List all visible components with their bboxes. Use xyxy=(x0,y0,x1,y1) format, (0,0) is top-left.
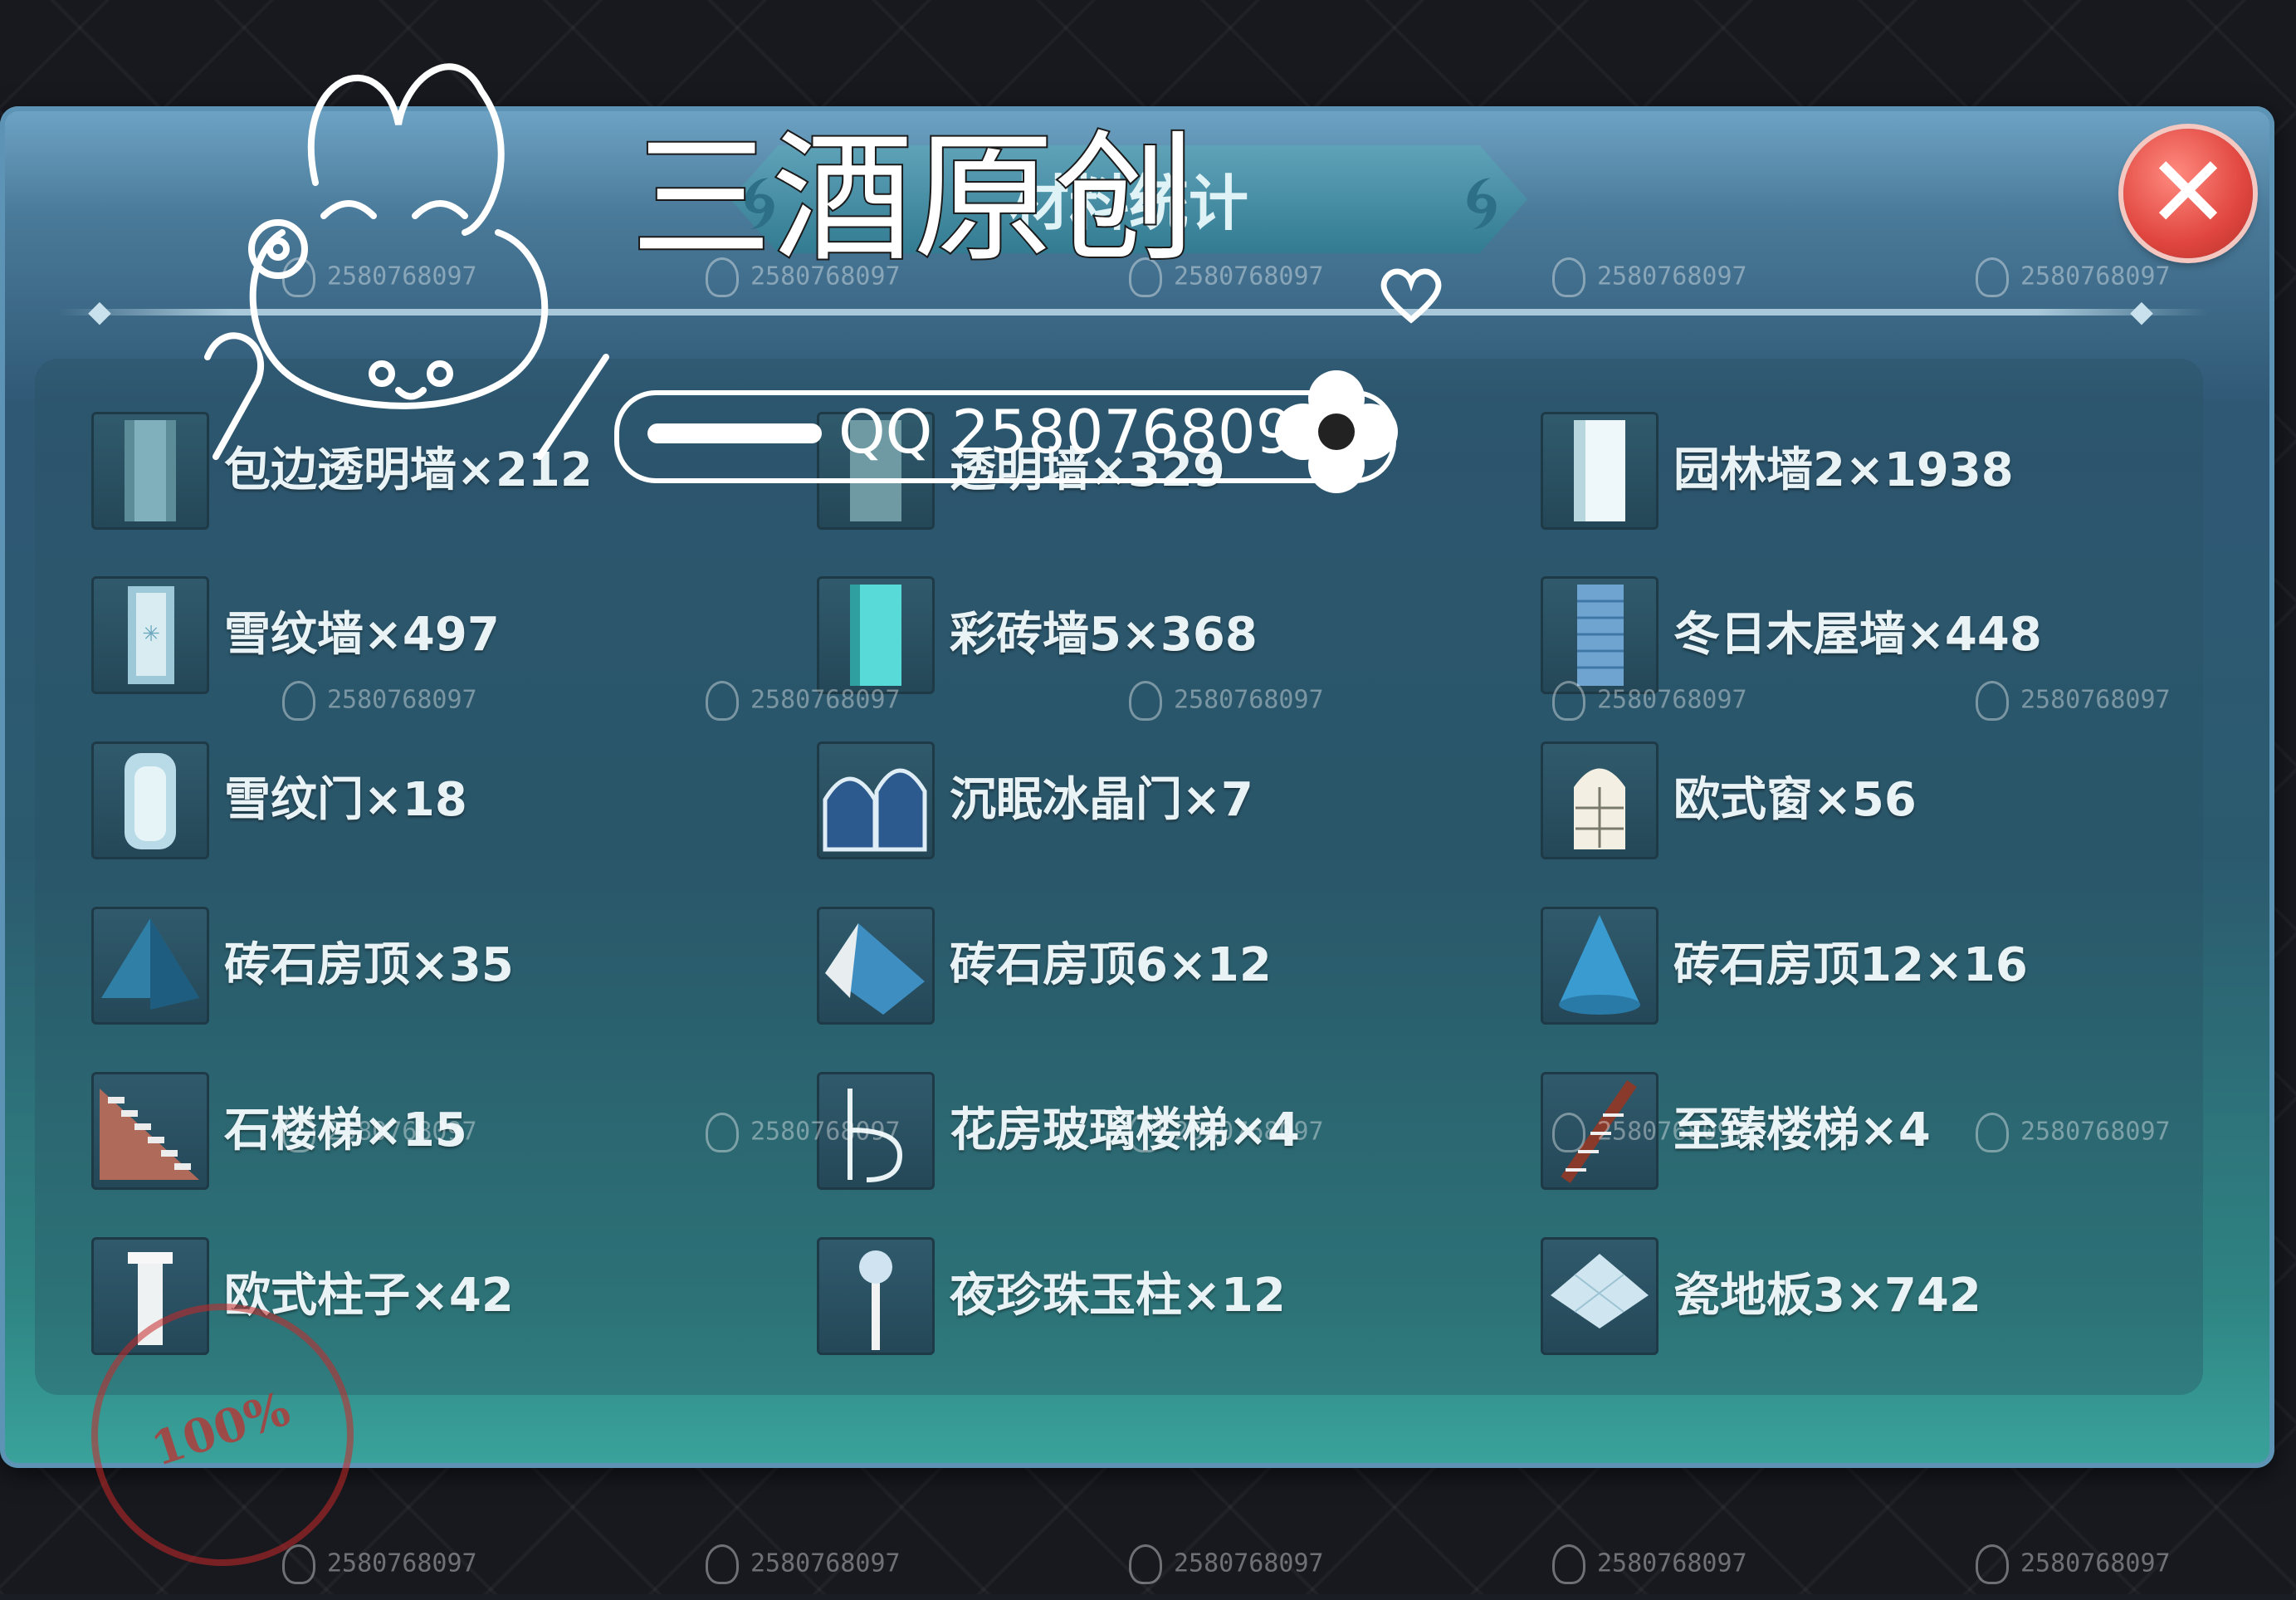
qq-banner-line xyxy=(647,423,822,443)
material-item[interactable]: 砖石房顶12×16 xyxy=(1541,907,2254,1025)
watermark-text: 2580768097 xyxy=(1552,1113,1747,1152)
material-item[interactable]: 夜珍珠玉柱×12 xyxy=(817,1237,1531,1355)
watermark-text: 2580768097 xyxy=(1976,1113,2171,1152)
garden-wall-icon xyxy=(1541,412,1658,530)
watermark-text: 2580768097 xyxy=(1129,681,1324,721)
qq-penguin-icon xyxy=(1552,257,1585,297)
pearl-pillar-icon xyxy=(817,1237,935,1355)
material-item-label: 瓷地板3×742 xyxy=(1673,1269,1981,1323)
watermark-number: 2580768097 xyxy=(1174,685,1324,715)
material-item-label: 雪纹门×18 xyxy=(224,773,467,827)
pyramid-roof-icon xyxy=(91,907,209,1025)
stone-stairs-icon xyxy=(91,1072,209,1190)
material-item-label: 夜珍珠玉柱×12 xyxy=(950,1269,1286,1323)
svg-text:✳: ✳ xyxy=(142,622,160,647)
flower-icon xyxy=(1275,370,1398,493)
brand-overlay-text: 三酒原创 xyxy=(629,115,1197,283)
material-item-label: 砖石房顶6×12 xyxy=(950,938,1272,992)
qq-penguin-icon xyxy=(1129,681,1162,721)
material-item[interactable]: 砖石房顶6×12 xyxy=(817,907,1531,1025)
material-item[interactable]: 雪纹门×18 xyxy=(91,741,805,859)
watermark-text: 2580768097 xyxy=(1976,257,2171,297)
watermark-number: 2580768097 xyxy=(327,685,477,715)
qq-penguin-icon xyxy=(282,1113,315,1152)
qq-penguin-icon xyxy=(282,681,315,721)
qq-penguin-icon xyxy=(1129,1113,1162,1152)
qq-penguin-icon xyxy=(1976,681,2009,721)
watermark-number: 2580768097 xyxy=(1597,262,1747,291)
watermark-number: 2580768097 xyxy=(750,685,901,715)
watermark-number: 2580768097 xyxy=(327,1117,477,1147)
watermark-text: 2580768097 xyxy=(706,1113,901,1152)
watermark-number: 2580768097 xyxy=(1597,1117,1747,1147)
watermark-number: 2580768097 xyxy=(2020,1117,2171,1147)
material-item[interactable]: 园林墙2×1938 xyxy=(1541,412,2254,530)
watermark-text: 2580768097 xyxy=(1976,681,2171,721)
cone-roof-icon xyxy=(1541,907,1658,1025)
qq-penguin-icon xyxy=(1976,1113,2009,1152)
material-item-label: 冬日木屋墙×448 xyxy=(1673,608,2042,662)
material-item-label: 彩砖墙5×368 xyxy=(950,608,1258,662)
watermark-text: 2580768097 xyxy=(706,681,901,721)
european-window-icon xyxy=(1541,741,1658,859)
stamp-text: 100% xyxy=(144,1381,296,1478)
qq-penguin-icon xyxy=(706,681,739,721)
watermark-text: 2580768097 xyxy=(1552,257,1747,297)
qq-penguin-icon xyxy=(1976,257,2009,297)
watermark-text: 2580768097 xyxy=(1129,1113,1324,1152)
bunny-doodle-icon xyxy=(204,63,609,460)
qq-penguin-icon xyxy=(1552,681,1585,721)
bottom-dock xyxy=(0,1495,2296,1594)
material-item[interactable]: 沉眠冰晶门×7 xyxy=(817,741,1531,859)
heart-icon xyxy=(1380,268,1442,324)
ice-crystal-door-icon xyxy=(817,741,935,859)
diamond-ornament-icon: ◆ xyxy=(2130,295,2153,329)
porcelain-floor-icon xyxy=(1541,1237,1658,1355)
material-item[interactable]: 砖石房顶×35 xyxy=(91,907,805,1025)
watermark-number: 2580768097 xyxy=(750,1117,901,1147)
material-item-label: 砖石房顶×35 xyxy=(224,938,514,992)
watermark-text: 2580768097 xyxy=(1552,681,1747,721)
watermark-number: 2580768097 xyxy=(2020,262,2171,291)
watermark-number: 2580768097 xyxy=(1174,1117,1324,1147)
diamond-ornament-icon: ◆ xyxy=(88,295,111,329)
material-item-label: 欧式窗×56 xyxy=(1673,773,1917,827)
watermark-text: 2580768097 xyxy=(282,681,477,721)
watermark-text: 2580768097 xyxy=(282,1113,477,1152)
qq-contact-text: QQ 2580768097 xyxy=(838,397,1332,467)
close-button[interactable]: ✕ xyxy=(2123,129,2253,258)
color-brick-wall-icon xyxy=(817,576,935,694)
material-item-label: 雪纹墙×497 xyxy=(224,608,500,662)
snow-wall-icon: ✳ xyxy=(91,576,209,694)
watermark-number: 2580768097 xyxy=(1597,685,1747,715)
snow-door-icon xyxy=(91,741,209,859)
material-item[interactable]: 冬日木屋墙×448 xyxy=(1541,576,2254,694)
material-item-label: 砖石房顶12×16 xyxy=(1673,938,2028,992)
material-item[interactable]: 瓷地板3×742 xyxy=(1541,1237,2254,1355)
material-item[interactable]: 彩砖墙5×368 xyxy=(817,576,1531,694)
watermark-number: 2580768097 xyxy=(2020,685,2171,715)
material-item[interactable]: 欧式窗×56 xyxy=(1541,741,2254,859)
winter-cabin-wall-icon xyxy=(1541,576,1658,694)
material-item-label: 沉眠冰晶门×7 xyxy=(950,773,1253,827)
close-icon: ✕ xyxy=(2146,135,2230,251)
gable-roof-icon xyxy=(817,907,935,1025)
swirl-ornament-icon: 🌀︎ xyxy=(1463,159,1500,247)
qq-penguin-icon xyxy=(1552,1113,1585,1152)
watermark-number: 2580768097 xyxy=(1174,262,1324,291)
material-item[interactable]: ✳ 雪纹墙×497 xyxy=(91,576,805,694)
material-item-label: 园林墙2×1938 xyxy=(1673,443,2014,497)
qq-penguin-icon xyxy=(706,1113,739,1152)
